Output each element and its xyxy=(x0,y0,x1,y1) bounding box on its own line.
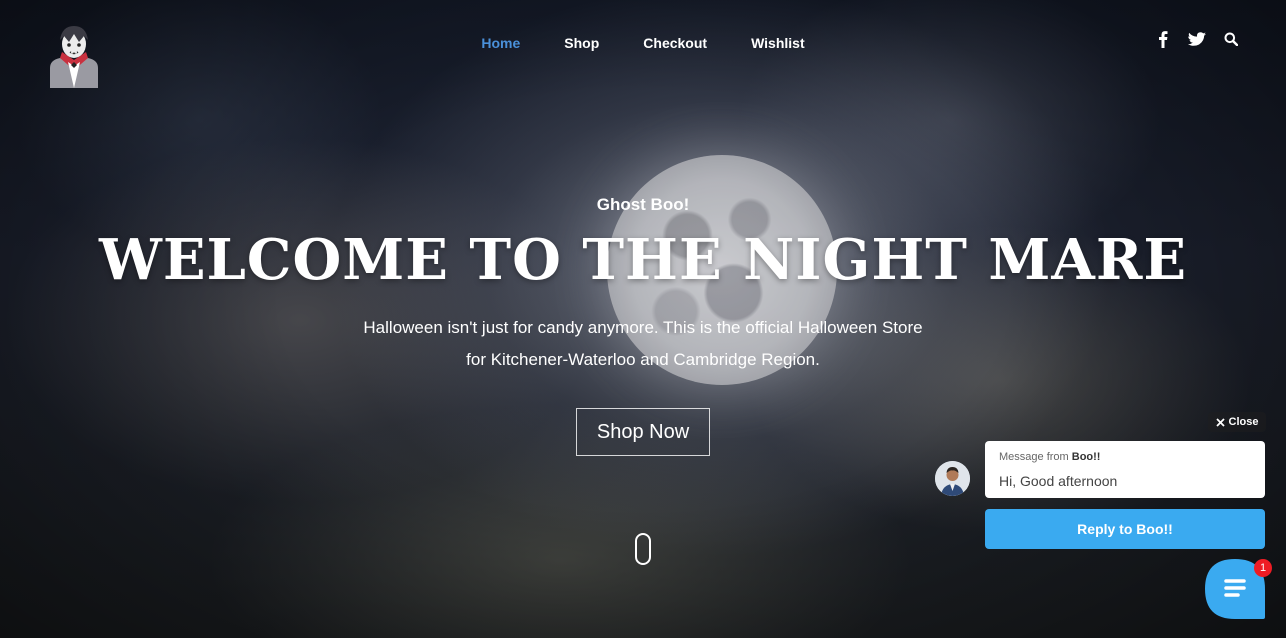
hero-title: WELCOME TO THE NIGHT MARE xyxy=(98,227,1188,293)
chat-close-label: Close xyxy=(1228,416,1259,428)
social-links xyxy=(1154,30,1240,48)
chat-message-sender: Message from Boo!! xyxy=(999,451,1251,463)
nav-item-shop[interactable]: Shop xyxy=(542,34,621,52)
main-nav: Home Shop Checkout Wishlist xyxy=(0,34,1286,52)
scroll-down-indicator[interactable] xyxy=(635,533,651,565)
twitter-icon[interactable] xyxy=(1188,30,1206,48)
nav-item-wishlist[interactable]: Wishlist xyxy=(729,34,827,52)
hero-description: Halloween isn't just for candy anymore. … xyxy=(333,312,953,376)
chat-close-button[interactable]: Close xyxy=(1208,412,1266,432)
facebook-icon[interactable] xyxy=(1154,30,1172,48)
hero-description-line-1: Halloween isn't just for candy anymore. … xyxy=(363,318,923,337)
chat-from-name: Boo!! xyxy=(1071,451,1101,463)
close-icon xyxy=(1215,417,1225,427)
hero-eyebrow: Ghost Boo! xyxy=(596,195,690,214)
chat-from-prefix: Message from xyxy=(999,451,1069,463)
site-logo[interactable] xyxy=(46,22,102,88)
chat-reply-button[interactable]: Reply to Boo!! xyxy=(985,509,1265,549)
shop-now-button[interactable]: Shop Now xyxy=(575,408,711,456)
chat-unread-badge: 1 xyxy=(1254,559,1272,577)
vampire-logo-icon xyxy=(50,26,98,88)
chat-message-card[interactable]: Message from Boo!! Hi, Good afternoon xyxy=(985,441,1265,498)
chat-agent-avatar xyxy=(935,461,970,496)
hero-background: Home Shop Checkout Wishlist Ghost Boo! W… xyxy=(0,0,1286,638)
nav-item-checkout[interactable]: Checkout xyxy=(621,34,729,52)
chat-message-text: Hi, Good afternoon xyxy=(999,473,1118,489)
search-icon[interactable] xyxy=(1222,30,1240,48)
nav-item-home[interactable]: Home xyxy=(459,34,542,52)
hero-description-line-2: for Kitchener-Waterloo and Cambridge Reg… xyxy=(466,350,820,369)
hero-section: Ghost Boo! WELCOME TO THE NIGHT MARE Hal… xyxy=(0,194,1286,456)
